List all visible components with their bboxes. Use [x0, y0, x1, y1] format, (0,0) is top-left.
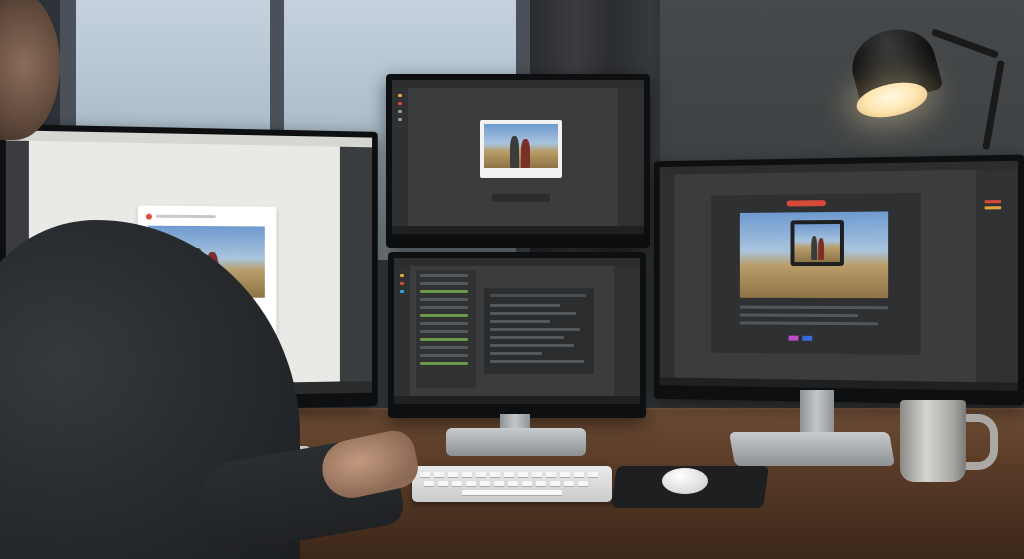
tools-panel[interactable] — [392, 88, 408, 226]
app-menubar[interactable] — [394, 258, 640, 266]
couple-photo — [484, 124, 558, 168]
app-menubar[interactable] — [659, 160, 1018, 175]
post-header-line — [155, 214, 216, 219]
mouse-icon[interactable] — [662, 468, 708, 494]
color-swatch[interactable] — [788, 335, 799, 341]
keyboard-icon[interactable] — [412, 466, 612, 502]
properties-dialog[interactable] — [484, 288, 594, 374]
app-menubar[interactable] — [5, 130, 373, 148]
canvas-window[interactable] — [711, 192, 921, 355]
playback-controls[interactable] — [492, 194, 550, 202]
avatar — [145, 213, 152, 220]
layers-panel[interactable] — [339, 146, 373, 382]
monitor-right — [654, 154, 1024, 406]
monitor-right-base — [729, 432, 895, 466]
dark-editor-app — [659, 160, 1018, 391]
layers-panel[interactable] — [976, 169, 1018, 383]
monitor-center-bottom — [388, 252, 646, 418]
monitor-center-top-screen[interactable] — [392, 80, 644, 234]
monitor-center-bottom-screen[interactable] — [394, 258, 640, 404]
taskbar[interactable] — [659, 377, 1018, 391]
monitor-center-base — [446, 428, 586, 456]
record-indicator — [786, 200, 827, 207]
monitor-right-screen[interactable] — [659, 160, 1018, 391]
taskbar[interactable] — [392, 226, 644, 234]
tools-panel[interactable] — [394, 266, 410, 396]
monitor-center-top — [386, 74, 650, 248]
layers-list[interactable] — [416, 270, 476, 388]
taskbar[interactable] — [394, 396, 640, 404]
color-swatch[interactable] — [802, 335, 813, 341]
workspace-scene — [0, 0, 1024, 559]
dark-editor-app — [392, 80, 644, 234]
tools-panel[interactable] — [659, 174, 675, 378]
coffee-mug-icon — [900, 400, 966, 482]
app-menubar[interactable] — [392, 80, 644, 88]
dark-editor-app — [394, 258, 640, 404]
layers-panel[interactable] — [614, 266, 640, 396]
photo-preview-frame — [480, 120, 562, 178]
landscape-photo — [739, 211, 889, 299]
tablet-mockup — [790, 219, 844, 267]
layers-panel[interactable] — [618, 88, 644, 226]
